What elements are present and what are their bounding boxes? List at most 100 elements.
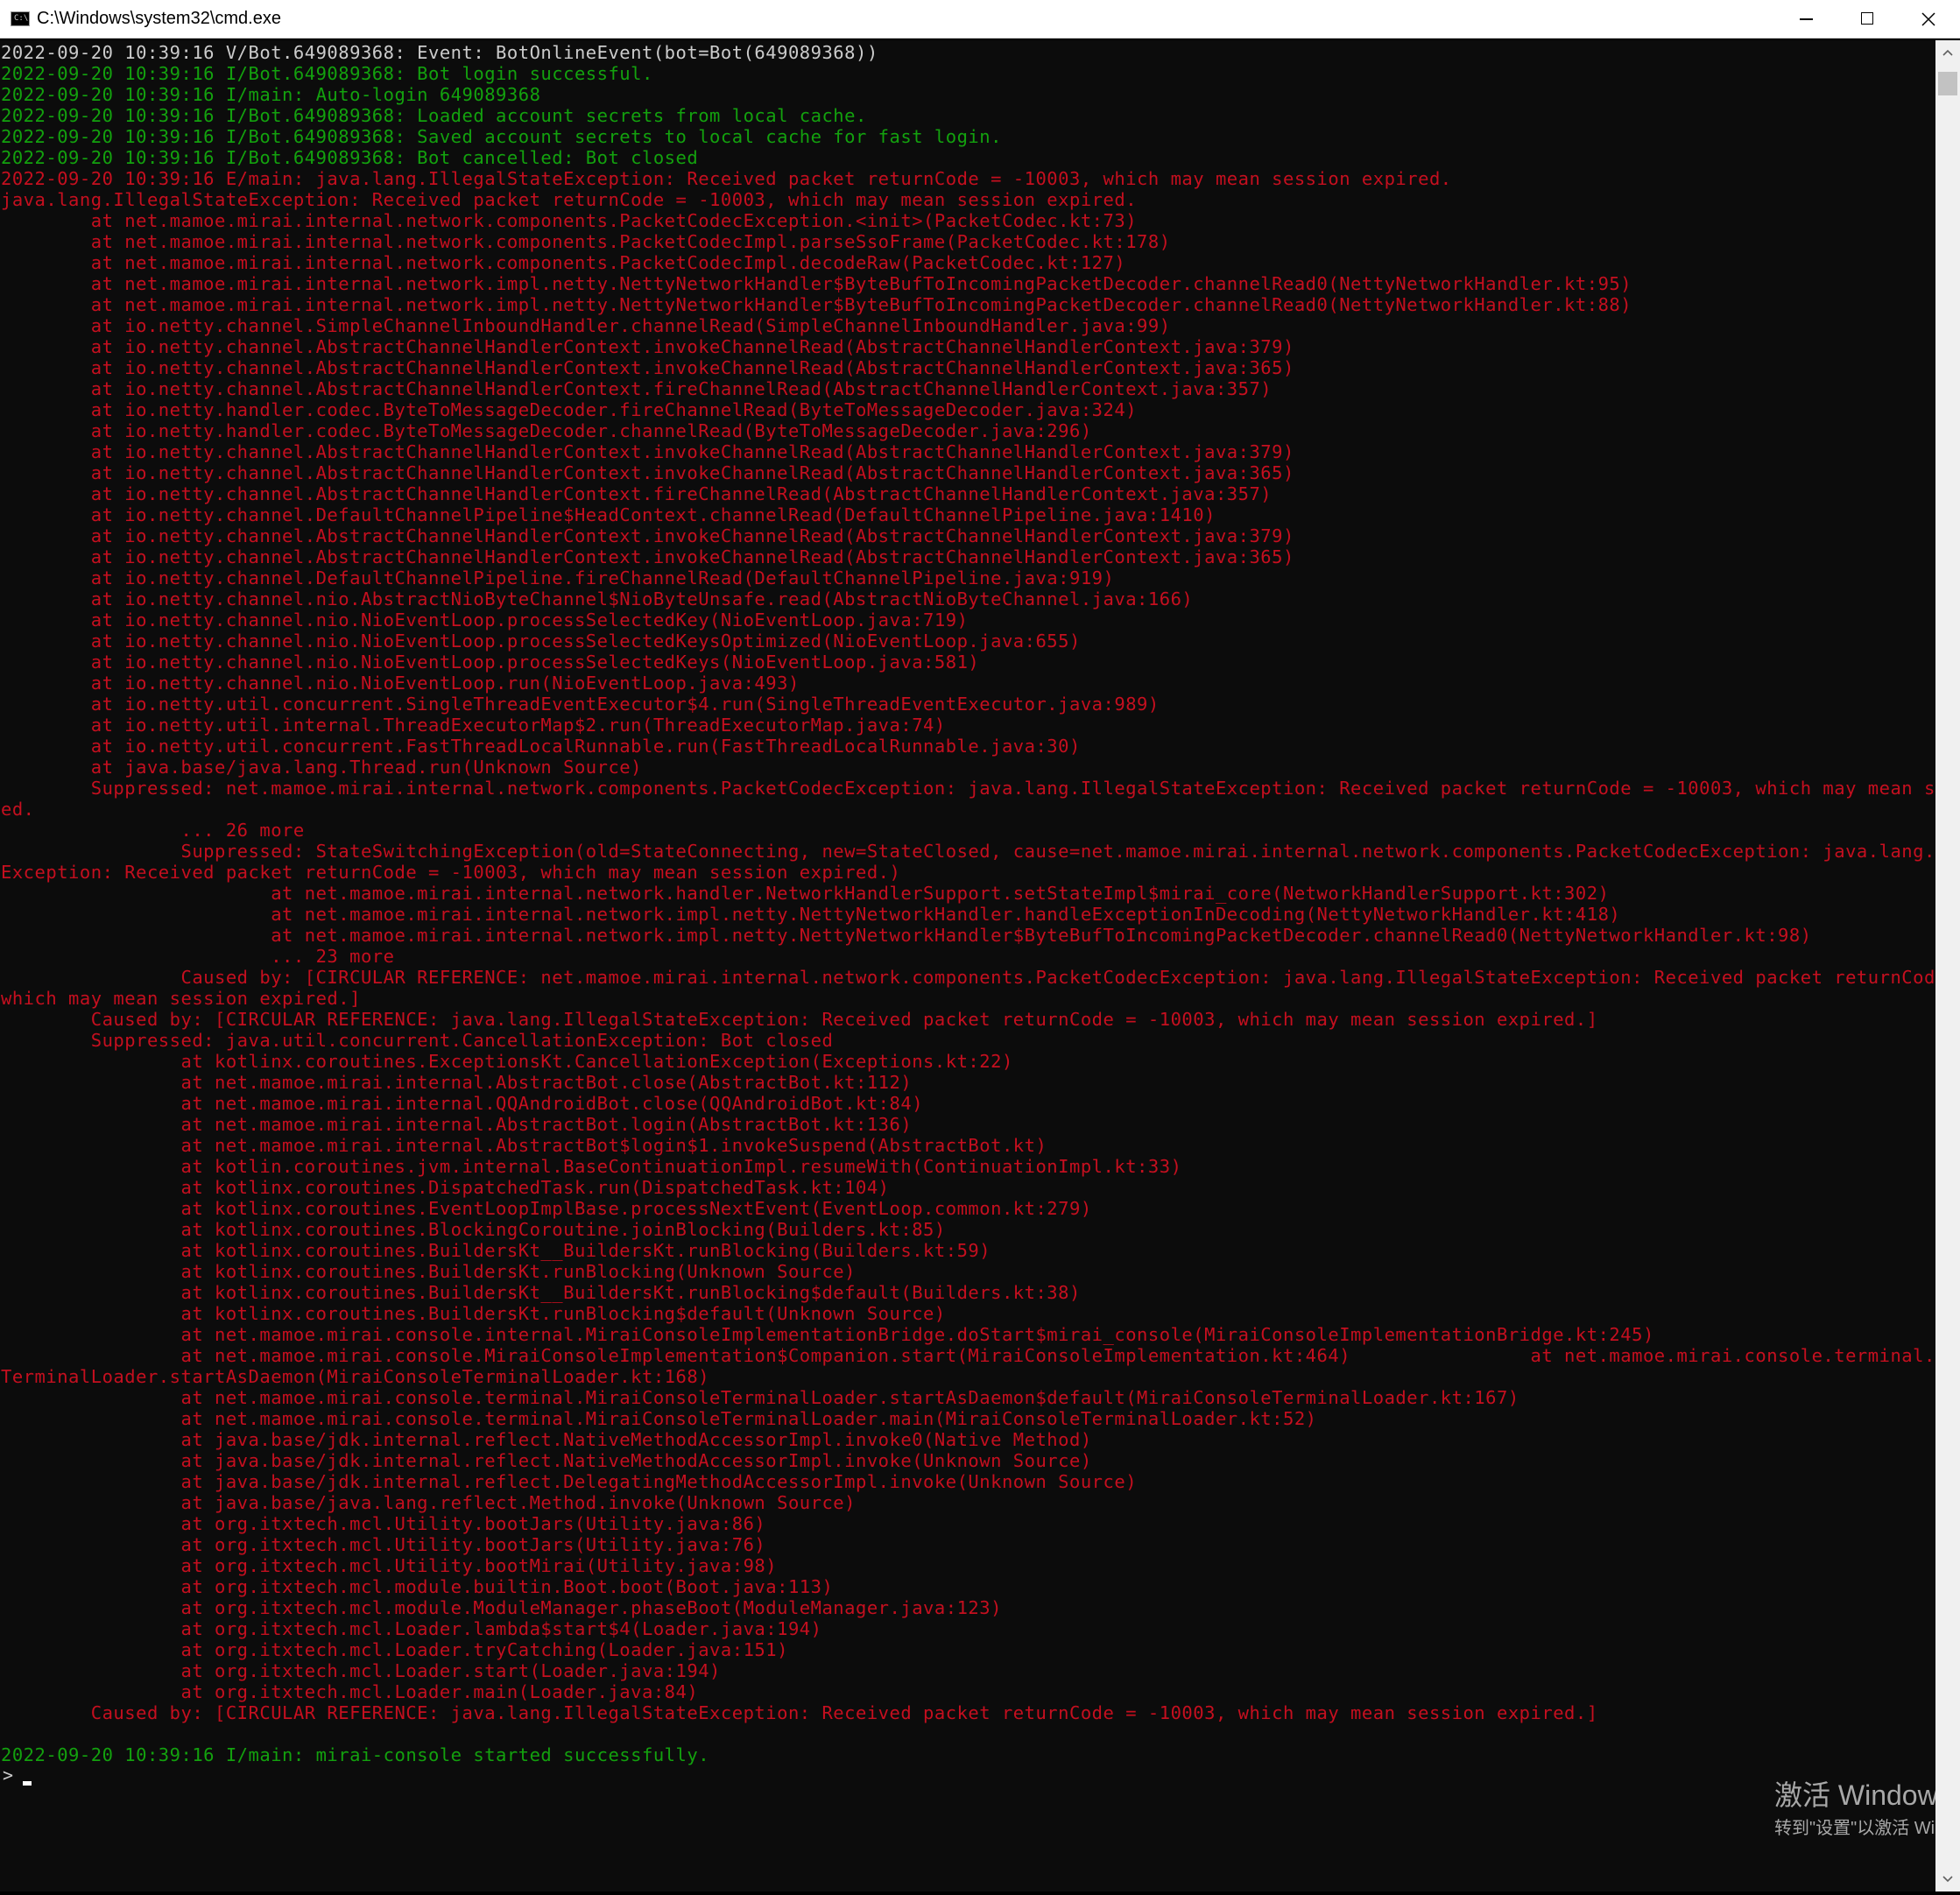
- console-line: at net.mamoe.mirai.internal.network.impl…: [1, 904, 1621, 925]
- console-line: at io.netty.channel.DefaultChannelPipeli…: [1, 567, 1115, 588]
- console-line: at io.netty.channel.nio.NioEventLoop.run…: [1, 673, 800, 694]
- console-line: at net.mamoe.mirai.internal.network.comp…: [1, 231, 1171, 252]
- text-cursor: [23, 1781, 32, 1786]
- console-line: at org.itxtech.mcl.module.ModuleManager.…: [1, 1597, 1002, 1618]
- console-line: at java.base/java.lang.reflect.Method.in…: [1, 1492, 856, 1513]
- console-line: at net.mamoe.mirai.console.internal.Mira…: [1, 1324, 1654, 1345]
- console-line: at net.mamoe.mirai.internal.network.comp…: [1, 210, 1138, 231]
- console-line: at net.mamoe.mirai.internal.network.impl…: [1, 294, 1632, 315]
- console-line: at io.netty.util.concurrent.FastThreadLo…: [1, 736, 1081, 757]
- console-line: at kotlinx.coroutines.BuildersKt.runBloc…: [1, 1261, 856, 1282]
- console-line: at io.netty.channel.nio.NioEventLoop.pro…: [1, 609, 969, 630]
- console-line: Caused by: [CIRCULAR REFERENCE: java.lan…: [1, 1702, 1598, 1723]
- console-line: at org.itxtech.mcl.Loader.start(Loader.j…: [1, 1660, 721, 1681]
- console-line: at io.netty.channel.AbstractChannelHandl…: [1, 441, 1294, 462]
- activation-watermark: 激活 Windows 转到"设置"以激活 Windows。: [1774, 1778, 1935, 1856]
- console-line: at io.netty.channel.AbstractChannelHandl…: [1, 357, 1294, 378]
- console-line: 2022-09-20 10:39:16 I/Bot.649089368: Bot…: [1, 63, 653, 84]
- console-line: ed.: [1, 799, 35, 820]
- console-line: at io.netty.channel.SimpleChannelInbound…: [1, 315, 1171, 336]
- console-line: at kotlinx.coroutines.ExceptionsKt.Cance…: [1, 1051, 1013, 1072]
- console-line: at net.mamoe.mirai.internal.network.impl…: [1, 925, 1812, 946]
- console-line: Caused by: [CIRCULAR REFERENCE: java.lan…: [1, 1009, 1598, 1030]
- console-line: at io.netty.channel.DefaultChannelPipeli…: [1, 504, 1216, 525]
- console-line: 2022-09-20 10:39:16 V/Bot.649089368: Eve…: [1, 42, 878, 63]
- console-line: at kotlinx.coroutines.BlockingCoroutine.…: [1, 1219, 946, 1240]
- console-line: at io.netty.util.concurrent.SingleThread…: [1, 694, 1160, 715]
- console-line: at java.base/jdk.internal.reflect.Native…: [1, 1450, 1092, 1471]
- console-line: at net.mamoe.mirai.internal.QQAndroidBot…: [1, 1093, 924, 1114]
- console-line: at org.itxtech.mcl.Loader.lambda$start$4…: [1, 1618, 822, 1639]
- minimize-button[interactable]: [1776, 0, 1836, 39]
- console-line: at io.netty.channel.AbstractChannelHandl…: [1, 525, 1294, 546]
- console-line: ... 23 more: [1, 946, 395, 967]
- console-line: at kotlinx.coroutines.BuildersKt.runBloc…: [1, 1303, 946, 1324]
- console-line: at net.mamoe.mirai.console.terminal.Mira…: [1, 1387, 1519, 1408]
- chevron-up-icon: [1942, 49, 1953, 56]
- watermark-subtitle: 转到"设置"以激活 Windows。: [1774, 1819, 1935, 1838]
- prompt-symbol: >: [3, 1765, 14, 1786]
- console-line: TerminalLoader.startAsDaemon(MiraiConsol…: [1, 1366, 710, 1387]
- console-line: at io.netty.channel.AbstractChannelHandl…: [1, 336, 1294, 357]
- console-line: at net.mamoe.mirai.internal.network.impl…: [1, 273, 1632, 294]
- maximize-icon: [1861, 12, 1873, 25]
- console-output[interactable]: 2022-09-20 10:39:16 V/Bot.649089368: Eve…: [0, 40, 1935, 1891]
- console-line: ... 26 more: [1, 820, 305, 841]
- window-title: C:\Windows\system32\cmd.exe: [37, 9, 281, 28]
- console-line: at org.itxtech.mcl.Loader.main(Loader.ja…: [1, 1681, 699, 1702]
- console-line: at kotlinx.coroutines.BuildersKt__Builde…: [1, 1240, 991, 1261]
- console-line: at io.netty.channel.AbstractChannelHandl…: [1, 378, 1273, 399]
- maximize-button[interactable]: [1837, 0, 1897, 39]
- console-line: at io.netty.channel.AbstractChannelHandl…: [1, 483, 1273, 504]
- console-line: at io.netty.handler.codec.ByteToMessageD…: [1, 399, 1138, 420]
- console-line: at org.itxtech.mcl.Utility.bootMirai(Uti…: [1, 1555, 778, 1576]
- console-line: 2022-09-20 10:39:16 E/main: java.lang.Il…: [1, 168, 1452, 189]
- console-line: at org.itxtech.mcl.Loader.tryCatching(Lo…: [1, 1639, 788, 1660]
- console-line: at net.mamoe.mirai.internal.AbstractBot.…: [1, 1072, 913, 1093]
- console-line: at io.netty.handler.codec.ByteToMessageD…: [1, 420, 1092, 441]
- console-line: at kotlinx.coroutines.DispatchedTask.run…: [1, 1177, 890, 1198]
- console-line: at io.netty.channel.AbstractChannelHandl…: [1, 546, 1294, 567]
- scrollbar-thumb[interactable]: [1938, 72, 1957, 95]
- console-line: at kotlinx.coroutines.EventLoopImplBase.…: [1, 1198, 1092, 1219]
- console-line: at io.netty.channel.AbstractChannelHandl…: [1, 462, 1294, 483]
- vertical-scrollbar[interactable]: [1935, 40, 1960, 1891]
- scroll-down-button[interactable]: [1935, 1867, 1960, 1891]
- console-line: at kotlinx.coroutines.BuildersKt__Builde…: [1, 1282, 1081, 1303]
- console-line: at io.netty.channel.nio.NioEventLoop.pro…: [1, 630, 1081, 652]
- close-button[interactable]: [1899, 0, 1958, 39]
- console-line: 2022-09-20 10:39:16 I/Bot.649089368: Sav…: [1, 126, 1002, 147]
- watermark-title: 激活 Windows: [1774, 1779, 1935, 1811]
- console-line: at net.mamoe.mirai.internal.network.comp…: [1, 252, 1126, 273]
- console-line: Suppressed: StateSwitchingException(old=…: [1, 841, 1935, 862]
- console-line: at java.base/jdk.internal.reflect.Delega…: [1, 1471, 1138, 1492]
- console-line: at io.netty.util.internal.ThreadExecutor…: [1, 715, 946, 736]
- console-line: which may mean session expired.]: [1, 988, 361, 1009]
- console-line: Suppressed: net.mamoe.mirai.internal.net…: [1, 778, 1935, 799]
- console-line: at java.base/jdk.internal.reflect.Native…: [1, 1429, 1092, 1450]
- title-bar[interactable]: C:\ C:\Windows\system32\cmd.exe: [0, 0, 1960, 39]
- scroll-up-button[interactable]: [1935, 40, 1960, 65]
- console-line: at io.netty.channel.nio.AbstractNioByteC…: [1, 588, 1194, 609]
- console-line: Caused by: [CIRCULAR REFERENCE: net.mamo…: [1, 967, 1935, 988]
- console-line: at net.mamoe.mirai.console.terminal.Mira…: [1, 1408, 1317, 1429]
- console-line: at net.mamoe.mirai.internal.AbstractBot.…: [1, 1114, 913, 1135]
- console-line: at org.itxtech.mcl.Utility.bootJars(Util…: [1, 1513, 766, 1534]
- console-line: at net.mamoe.mirai.console.MiraiConsoleI…: [1, 1345, 1935, 1366]
- console-line: at io.netty.channel.nio.NioEventLoop.pro…: [1, 652, 980, 673]
- close-icon: [1921, 12, 1935, 26]
- console-line: at org.itxtech.mcl.module.builtin.Boot.b…: [1, 1576, 834, 1597]
- console-line: at net.mamoe.mirai.internal.AbstractBot$…: [1, 1135, 1047, 1156]
- console-line: at net.mamoe.mirai.internal.network.hand…: [1, 883, 1610, 904]
- console-line: 2022-09-20 10:39:16 I/Bot.649089368: Bot…: [1, 147, 699, 168]
- console-line: at java.base/java.lang.Thread.run(Unknow…: [1, 757, 642, 778]
- console-line: at org.itxtech.mcl.Utility.bootJars(Util…: [1, 1534, 766, 1555]
- minimize-icon: [1800, 18, 1813, 20]
- console-line: at kotlin.coroutines.jvm.internal.BaseCo…: [1, 1156, 1182, 1177]
- console-line: java.lang.IllegalStateException: Receive…: [1, 189, 1138, 210]
- console-line: Suppressed: java.util.concurrent.Cancell…: [1, 1030, 834, 1051]
- console-line: 2022-09-20 10:39:16 I/Bot.649089368: Loa…: [1, 105, 867, 126]
- console-line: 2022-09-20 10:39:16 I/main: mirai-consol…: [1, 1744, 710, 1765]
- chevron-down-icon: [1942, 1876, 1953, 1883]
- cmd-app-icon[interactable]: C:\: [11, 11, 30, 26]
